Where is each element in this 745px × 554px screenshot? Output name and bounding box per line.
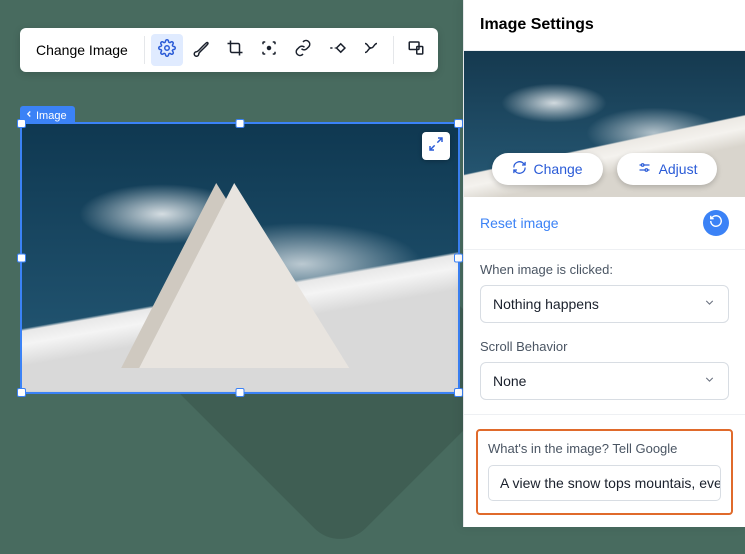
- change-button[interactable]: Change: [492, 153, 603, 185]
- toolbar-separator: [393, 36, 394, 64]
- click-behavior-label: When image is clicked:: [480, 262, 729, 277]
- settings-button[interactable]: [151, 34, 183, 66]
- toolbar-separator: [144, 36, 145, 64]
- scroll-behavior-value: None: [493, 373, 526, 389]
- chevron-down-icon: [703, 373, 716, 389]
- change-label: Change: [534, 161, 583, 177]
- alt-text-value: A view the snow tops mountais, ever…: [500, 475, 721, 491]
- refresh-icon: [512, 160, 527, 178]
- resize-handle-br[interactable]: [454, 388, 463, 397]
- change-image-button[interactable]: Change Image: [26, 34, 138, 66]
- scroll-behavior-label: Scroll Behavior: [480, 339, 729, 354]
- resize-handle-l[interactable]: [17, 254, 26, 263]
- behaviors-button[interactable]: [355, 34, 387, 66]
- link-icon: [294, 39, 312, 62]
- sliders-icon: [637, 160, 652, 178]
- scroll-behavior-select[interactable]: None: [480, 362, 729, 400]
- reset-row: Reset image: [464, 197, 745, 250]
- brush-icon: [192, 39, 210, 62]
- resize-handle-tl[interactable]: [17, 119, 26, 128]
- resize-handle-b[interactable]: [236, 388, 245, 397]
- adjust-button[interactable]: Adjust: [617, 153, 718, 185]
- canvas-image[interactable]: [20, 122, 460, 394]
- click-behavior-select[interactable]: Nothing happens: [480, 285, 729, 323]
- image-content-peak: [139, 183, 349, 368]
- click-behavior-field: When image is clicked: Nothing happens: [464, 250, 745, 327]
- animate-icon: [328, 39, 346, 62]
- resize-handle-t[interactable]: [236, 119, 245, 128]
- responsive-icon: [407, 39, 425, 62]
- image-preview: Change Adjust: [464, 51, 745, 197]
- alt-text-label: What's in the image? Tell Google: [488, 441, 721, 456]
- crop-icon: [226, 39, 244, 62]
- crop-button[interactable]: [219, 34, 251, 66]
- expand-button[interactable]: [422, 132, 450, 160]
- resize-handle-r[interactable]: [454, 254, 463, 263]
- adjust-label: Adjust: [659, 161, 698, 177]
- click-behavior-value: Nothing happens: [493, 296, 599, 312]
- behaviors-icon: [362, 39, 380, 62]
- reset-image-button[interactable]: [703, 210, 729, 236]
- panel-header: Image Settings: [464, 0, 745, 51]
- breadcrumb-label: Image: [36, 110, 67, 122]
- focal-icon: [260, 39, 278, 62]
- resize-handle-bl[interactable]: [17, 388, 26, 397]
- alt-text-group: What's in the image? Tell Google A view …: [476, 429, 733, 515]
- animate-button[interactable]: [321, 34, 353, 66]
- scroll-behavior-field: Scroll Behavior None: [464, 327, 745, 404]
- gear-icon: [158, 39, 176, 62]
- chevron-down-icon: [703, 296, 716, 312]
- alt-text-input[interactable]: A view the snow tops mountais, ever…: [488, 465, 721, 501]
- expand-icon: [428, 136, 444, 157]
- panel-title: Image Settings: [480, 16, 669, 34]
- preview-actions: Change Adjust: [464, 153, 745, 185]
- reset-image-link[interactable]: Reset image: [480, 215, 703, 231]
- link-button[interactable]: [287, 34, 319, 66]
- close-button[interactable]: [707, 14, 729, 36]
- help-button[interactable]: [677, 14, 699, 36]
- brush-button[interactable]: [185, 34, 217, 66]
- responsive-button[interactable]: [400, 34, 432, 66]
- focal-button[interactable]: [253, 34, 285, 66]
- undo-icon: [709, 214, 723, 233]
- divider: [464, 414, 745, 415]
- image-toolbar: Change Image: [20, 28, 438, 72]
- image-settings-panel: Image Settings Change: [463, 0, 745, 527]
- resize-handle-tr[interactable]: [454, 119, 463, 128]
